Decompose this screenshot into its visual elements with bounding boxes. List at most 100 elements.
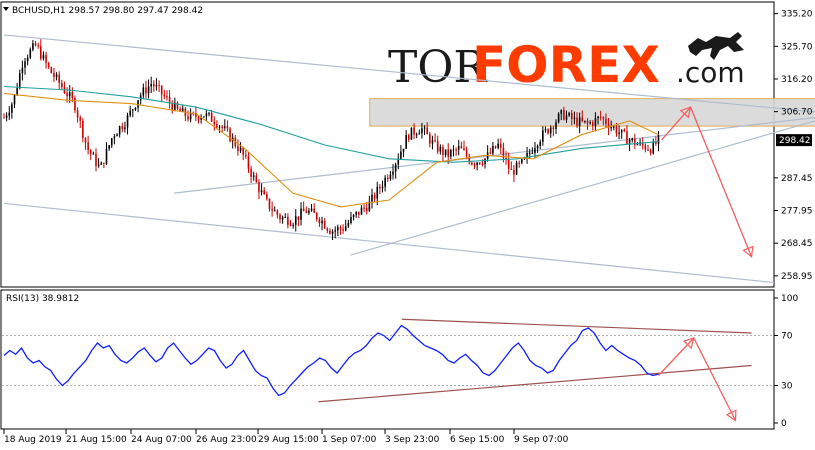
candle-body bbox=[126, 115, 129, 128]
candle-body bbox=[568, 113, 570, 116]
candle-body bbox=[208, 112, 210, 114]
candle-body bbox=[626, 131, 628, 144]
candle-body bbox=[423, 127, 426, 129]
symbol-info: BCHUSD,H1 298.57 298.80 297.47 298.42 bbox=[12, 6, 203, 16]
candle-body bbox=[410, 127, 413, 140]
candle-body bbox=[229, 128, 231, 142]
candle-body bbox=[116, 134, 118, 137]
time-tick-label: 9 Sep 07:00 bbox=[514, 435, 569, 445]
candle-body bbox=[570, 113, 573, 120]
candle-body bbox=[576, 117, 578, 126]
rsi-tick-label: 70 bbox=[781, 332, 793, 342]
candle-body bbox=[563, 109, 565, 120]
candle-body bbox=[315, 212, 318, 220]
candle-body bbox=[103, 162, 105, 164]
candle-body bbox=[150, 83, 152, 87]
candle-body bbox=[197, 116, 200, 120]
candle-body bbox=[539, 141, 542, 146]
candle-body bbox=[76, 110, 79, 118]
candle-body bbox=[71, 92, 74, 99]
candle-body bbox=[245, 154, 247, 157]
candle-body bbox=[134, 107, 137, 110]
candle-body bbox=[242, 147, 244, 155]
candle-body bbox=[237, 146, 239, 151]
candle-body bbox=[444, 149, 447, 156]
candle-body bbox=[494, 146, 497, 148]
candle-body bbox=[379, 186, 381, 189]
candle-body bbox=[492, 146, 494, 154]
candle-body bbox=[534, 148, 536, 153]
candle-body bbox=[371, 194, 373, 202]
candle-body bbox=[376, 186, 379, 199]
candle-body bbox=[484, 158, 486, 164]
candle-body bbox=[273, 210, 276, 212]
candle-body bbox=[53, 73, 55, 78]
candle-body bbox=[95, 153, 97, 167]
candle-body bbox=[276, 210, 279, 215]
candle-body bbox=[442, 146, 444, 156]
candle-body bbox=[434, 140, 436, 142]
candle-body bbox=[89, 150, 92, 155]
time-tick-label: 26 Aug 23:00 bbox=[196, 435, 257, 445]
candle-body bbox=[266, 194, 268, 199]
candle-body bbox=[636, 144, 639, 146]
rsi-info: RSI(13) 38.9812 bbox=[6, 294, 79, 304]
candle-body bbox=[392, 171, 394, 175]
candle-body bbox=[271, 208, 273, 211]
candle-body bbox=[97, 164, 100, 167]
candle-body bbox=[421, 128, 423, 134]
candle-body bbox=[455, 149, 457, 151]
candle-body bbox=[284, 216, 287, 218]
candle-body bbox=[300, 208, 302, 220]
candle-body bbox=[373, 194, 376, 199]
candle-body bbox=[363, 207, 365, 209]
candle-body bbox=[560, 109, 563, 114]
candle-body bbox=[331, 231, 334, 234]
candle-body bbox=[581, 117, 584, 121]
candle-body bbox=[21, 67, 24, 74]
candle-body bbox=[510, 168, 513, 170]
candle-body bbox=[594, 118, 597, 126]
candle-body bbox=[631, 138, 634, 141]
candle-body bbox=[565, 115, 568, 120]
candle-body bbox=[326, 228, 329, 231]
candle-body bbox=[389, 174, 392, 179]
candle-body bbox=[205, 113, 208, 117]
candle-body bbox=[352, 214, 355, 218]
candle-body bbox=[108, 145, 110, 149]
rsi-tick-label: 30 bbox=[781, 382, 793, 392]
candle-body bbox=[202, 116, 205, 118]
candle-body bbox=[61, 83, 63, 88]
candle-body bbox=[618, 132, 620, 134]
candle-body bbox=[26, 57, 29, 62]
candle-body bbox=[465, 149, 468, 157]
candle-body bbox=[263, 190, 266, 195]
candle-body bbox=[344, 226, 347, 231]
candle-body bbox=[226, 126, 229, 129]
candle-body bbox=[160, 85, 163, 95]
candle-body bbox=[547, 129, 549, 134]
candle-body bbox=[347, 223, 350, 227]
time-tick-label: 6 Sep 15:00 bbox=[450, 435, 505, 445]
candle-body bbox=[294, 216, 297, 225]
candle-body bbox=[555, 122, 557, 130]
candle-body bbox=[121, 126, 124, 130]
candle-body bbox=[649, 150, 652, 154]
price-tick-label: 306.70 bbox=[781, 108, 813, 118]
rsi-axis: 100 70 30 0 bbox=[774, 294, 798, 429]
candle-body bbox=[8, 112, 11, 116]
candle-body bbox=[310, 208, 313, 211]
candle-body bbox=[531, 152, 534, 154]
rsi-tick-label: 0 bbox=[781, 419, 787, 429]
candle-body bbox=[478, 162, 481, 164]
candle-body bbox=[302, 208, 305, 212]
candle-body bbox=[542, 130, 544, 142]
candle-body bbox=[452, 149, 455, 151]
candle-body bbox=[476, 162, 478, 166]
candle-body bbox=[365, 208, 368, 212]
candle-body bbox=[586, 120, 589, 124]
candle-body bbox=[24, 61, 26, 68]
candle-body bbox=[84, 137, 87, 143]
candle-body bbox=[13, 94, 16, 105]
candle-body bbox=[258, 182, 260, 193]
